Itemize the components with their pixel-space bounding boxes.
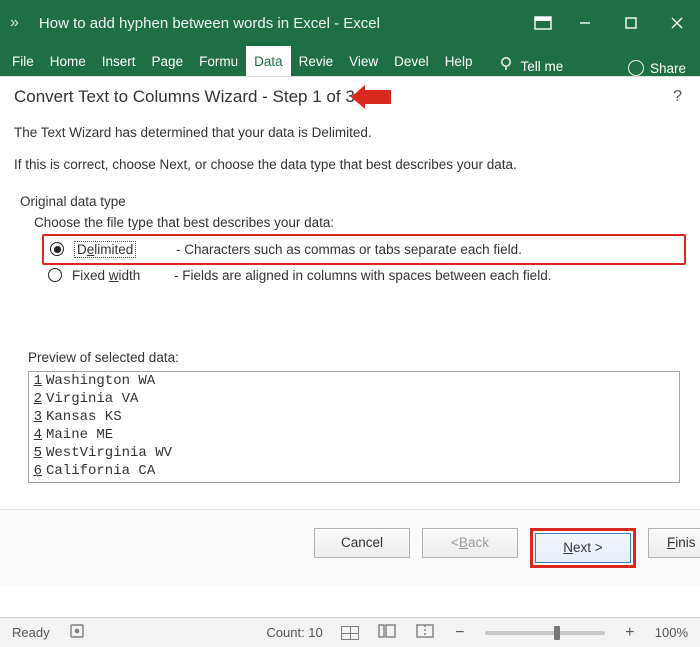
- radio-fixedwidth[interactable]: Fixed width - Fields are aligned in colu…: [48, 265, 686, 286]
- tell-me-search[interactable]: Tell me: [488, 56, 573, 76]
- preview-row: 5WestVirginia WV: [29, 444, 679, 462]
- radio-icon: [50, 242, 64, 256]
- tab-developer[interactable]: Devel: [386, 46, 437, 76]
- share-button[interactable]: Share: [622, 60, 700, 76]
- zoom-level[interactable]: 100%: [655, 625, 688, 640]
- window-controls: [562, 0, 700, 46]
- radio-fixedwidth-label: Fixed width: [72, 268, 164, 283]
- finish-button[interactable]: Finis: [648, 528, 700, 558]
- person-icon: [628, 60, 644, 76]
- radio-fixedwidth-desc: - Fields are aligned in columns with spa…: [174, 268, 551, 283]
- radio-delimited[interactable]: Delimited - Characters such as commas or…: [50, 239, 678, 260]
- zoom-out-button[interactable]: −: [453, 624, 467, 642]
- zoom-slider[interactable]: [485, 631, 605, 635]
- preview-row: 2Virginia VA: [29, 390, 679, 408]
- preview-row: 1Washington WA: [29, 372, 679, 390]
- back-button[interactable]: < Back: [422, 528, 518, 558]
- text-to-columns-wizard: Convert Text to Columns Wizard - Step 1 …: [0, 76, 700, 617]
- annotation-highlight: Delimited - Characters such as commas or…: [42, 234, 686, 265]
- cancel-button[interactable]: Cancel: [314, 528, 410, 558]
- tab-home[interactable]: Home: [42, 46, 94, 76]
- wizard-intro-line2: If this is correct, choose Next, or choo…: [14, 155, 686, 175]
- maximize-button[interactable]: [608, 0, 654, 46]
- tab-formulas[interactable]: Formu: [191, 46, 246, 76]
- ribbon-display-options-icon[interactable]: [524, 16, 562, 30]
- radio-delimited-label: Delimited: [74, 242, 166, 257]
- help-button[interactable]: ?: [673, 88, 686, 106]
- radio-icon: [48, 268, 62, 282]
- preview-row: 6California CA: [29, 462, 679, 480]
- tab-file[interactable]: File: [4, 46, 42, 76]
- title-bar: » How to add hyphen between words in Exc…: [0, 0, 700, 46]
- zoom-in-button[interactable]: +: [623, 624, 637, 642]
- qat-more-icon[interactable]: »: [10, 14, 19, 32]
- wizard-title-bar: Convert Text to Columns Wizard - Step 1 …: [14, 87, 686, 115]
- next-button[interactable]: Next >: [535, 533, 631, 563]
- preview-label: Preview of selected data:: [28, 350, 686, 365]
- view-normal-icon[interactable]: [341, 626, 359, 640]
- sub-label: Choose the file type that best describes…: [34, 215, 686, 230]
- wizard-intro-line1: The Text Wizard has determined that your…: [14, 123, 686, 143]
- tab-insert[interactable]: Insert: [94, 46, 144, 76]
- close-button[interactable]: [654, 0, 700, 46]
- tab-help[interactable]: Help: [437, 46, 481, 76]
- preview-row: 3Kansas KS: [29, 408, 679, 426]
- macro-recorder-icon[interactable]: [68, 623, 86, 642]
- preview-box: 1Washington WA 2Virginia VA 3Kansas KS 4…: [28, 371, 680, 483]
- tab-data[interactable]: Data: [246, 46, 291, 76]
- wizard-title: Convert Text to Columns Wizard - Step 1 …: [14, 87, 355, 107]
- lightbulb-icon: [498, 56, 514, 76]
- excel-window: » How to add hyphen between words in Exc…: [0, 0, 700, 647]
- view-pagelayout-icon[interactable]: [377, 623, 397, 642]
- wizard-button-bar: Cancel < Back Next > Finis: [0, 509, 700, 586]
- window-title: How to add hyphen between words in Excel…: [39, 15, 524, 32]
- radio-delimited-desc: - Characters such as commas or tabs sepa…: [176, 242, 522, 257]
- status-bar: Ready Count: 10 − + 100%: [0, 617, 700, 647]
- tell-me-label: Tell me: [520, 59, 563, 74]
- status-count: Count: 10: [266, 625, 322, 640]
- original-data-type-section: Original data type Choose the file type …: [14, 194, 686, 286]
- ribbon-tabs: File Home Insert Page Formu Data Revie V…: [0, 46, 700, 76]
- status-ready: Ready: [12, 625, 50, 640]
- annotation-highlight-next: Next >: [530, 528, 636, 568]
- annotation-arrow-icon: [363, 90, 391, 104]
- tab-review[interactable]: Revie: [291, 46, 342, 76]
- view-pagebreak-icon[interactable]: [415, 623, 435, 642]
- section-label: Original data type: [20, 194, 686, 209]
- tab-page[interactable]: Page: [144, 46, 192, 76]
- scroll-left-icon[interactable]: ‹: [35, 466, 39, 482]
- share-label: Share: [650, 61, 686, 76]
- minimize-button[interactable]: [562, 0, 608, 46]
- tab-view[interactable]: View: [341, 46, 386, 76]
- preview-row: 4Maine ME: [29, 426, 679, 444]
